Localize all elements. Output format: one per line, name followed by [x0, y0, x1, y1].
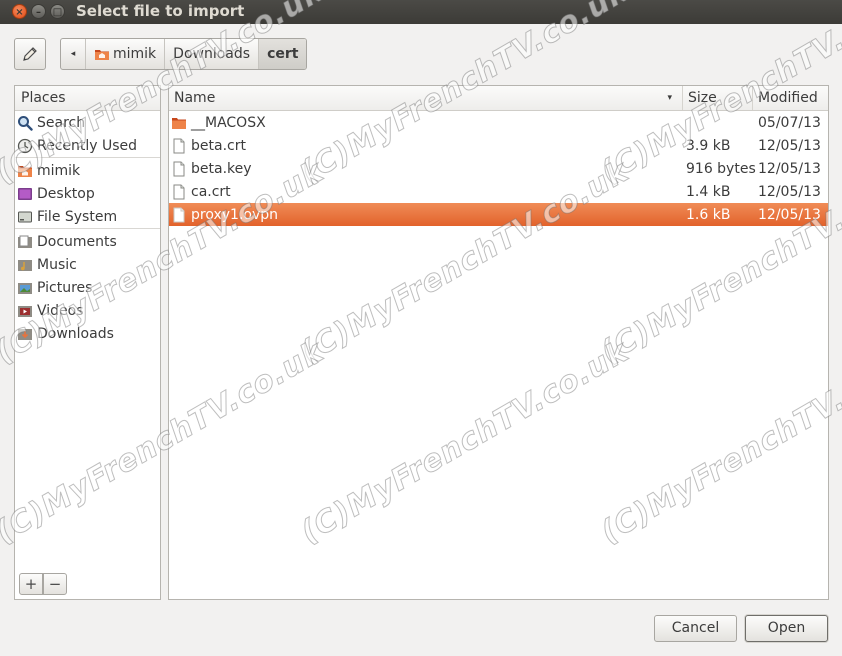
file-name: ca.crt	[191, 183, 231, 200]
column-header-name[interactable]: Name ▾	[169, 86, 683, 110]
file-list-header: Name ▾ Size Modified	[169, 86, 828, 111]
text-file-icon	[173, 184, 185, 199]
text-file-icon	[173, 138, 185, 153]
file-name: beta.key	[191, 160, 252, 177]
file-list: Name ▾ Size Modified __MACOSX 05/07/13 b…	[168, 85, 829, 600]
maximize-window-button[interactable]: □	[50, 4, 65, 19]
file-row[interactable]: beta.key 916 bytes 12/05/13	[169, 157, 828, 180]
text-file-icon	[173, 207, 185, 222]
title-bar: × – □ Select file to import	[0, 0, 842, 24]
pencil-icon	[23, 47, 37, 61]
home-folder-icon	[18, 165, 32, 177]
recent-icon	[17, 138, 33, 153]
cancel-button[interactable]: Cancel	[654, 615, 737, 642]
place-item-search[interactable]: Search	[15, 111, 160, 134]
place-item-desktop[interactable]: Desktop	[15, 182, 160, 205]
sort-descending-icon: ▾	[667, 93, 672, 103]
file-modified: 05/07/13	[758, 114, 821, 131]
file-name: beta.crt	[191, 137, 246, 154]
place-item-recently-used[interactable]: Recently Used	[15, 134, 160, 157]
place-item-file-system[interactable]: File System	[15, 205, 160, 228]
path-segment-label: cert	[267, 46, 299, 62]
file-modified: 12/05/13	[758, 160, 821, 177]
places-footer: + −	[15, 567, 160, 599]
file-size: 916 bytes	[686, 160, 756, 177]
place-item-pictures[interactable]: Pictures	[15, 276, 160, 299]
file-size: 3.9 kB	[686, 137, 731, 154]
path-segment-mimik[interactable]: mimik	[85, 39, 164, 69]
file-name: __MACOSX	[191, 114, 266, 131]
place-item-videos[interactable]: Videos	[15, 299, 160, 322]
place-label: mimik	[37, 162, 81, 179]
column-header-label: Name	[174, 90, 216, 106]
file-row[interactable]: beta.crt 3.9 kB 12/05/13	[169, 134, 828, 157]
file-row[interactable]: __MACOSX 05/07/13	[169, 111, 828, 134]
file-row[interactable]: ca.crt 1.4 kB 12/05/13	[169, 180, 828, 203]
column-header-label: Size	[688, 90, 717, 106]
music-icon	[18, 259, 32, 271]
places-sidebar: Places Search Recently Used mimik Deskto…	[14, 85, 161, 600]
text-file-icon	[173, 161, 185, 176]
downloads-icon	[18, 328, 32, 340]
close-window-button[interactable]: ×	[12, 4, 27, 19]
path-scroll-left-button[interactable]: ◂	[61, 39, 85, 69]
window-title: Select file to import	[76, 2, 245, 20]
place-label: Downloads	[37, 325, 114, 342]
path-bar: ◂ mimik Downloads cert	[60, 38, 308, 70]
place-label: Pictures	[37, 279, 93, 296]
place-label: File System	[37, 208, 118, 225]
column-header-size[interactable]: Size	[683, 86, 753, 110]
place-item-mimik[interactable]: mimik	[15, 159, 160, 182]
pictures-icon	[18, 282, 32, 294]
open-button[interactable]: Open	[745, 615, 828, 642]
file-name: proxy1.ovpn	[191, 206, 279, 223]
drive-icon	[18, 211, 32, 222]
column-header-label: Modified	[758, 90, 818, 106]
path-segment-downloads[interactable]: Downloads	[164, 39, 258, 69]
videos-icon	[18, 305, 32, 317]
path-segment-label: mimik	[113, 46, 157, 62]
home-folder-icon	[95, 50, 109, 60]
minimize-window-button[interactable]: –	[31, 4, 46, 19]
type-location-button[interactable]	[14, 38, 46, 70]
place-label: Videos	[37, 302, 84, 319]
file-size: 1.4 kB	[686, 183, 731, 200]
file-modified: 12/05/13	[758, 206, 821, 223]
place-item-downloads[interactable]: Downloads	[15, 322, 160, 345]
desktop-icon	[18, 187, 32, 200]
column-header-modified[interactable]: Modified	[753, 86, 828, 110]
folder-icon	[172, 117, 186, 129]
file-modified: 12/05/13	[758, 137, 821, 154]
add-bookmark-button[interactable]: +	[19, 573, 43, 595]
search-icon	[18, 115, 33, 131]
documents-icon	[18, 235, 32, 248]
place-item-documents[interactable]: Documents	[15, 230, 160, 253]
places-header: Places	[15, 86, 160, 111]
remove-bookmark-button[interactable]: −	[43, 573, 67, 595]
place-label: Music	[37, 256, 77, 273]
place-item-music[interactable]: Music	[15, 253, 160, 276]
place-label: Documents	[37, 233, 117, 250]
place-label: Desktop	[37, 185, 95, 202]
path-segment-cert[interactable]: cert	[258, 39, 307, 69]
file-modified: 12/05/13	[758, 183, 821, 200]
place-label: Search	[37, 114, 86, 131]
path-segment-label: Downloads	[173, 46, 251, 62]
file-size: 1.6 kB	[686, 206, 731, 223]
file-row-selected[interactable]: proxy1.ovpn 1.6 kB 12/05/13	[169, 203, 828, 226]
place-label: Recently Used	[37, 137, 138, 154]
